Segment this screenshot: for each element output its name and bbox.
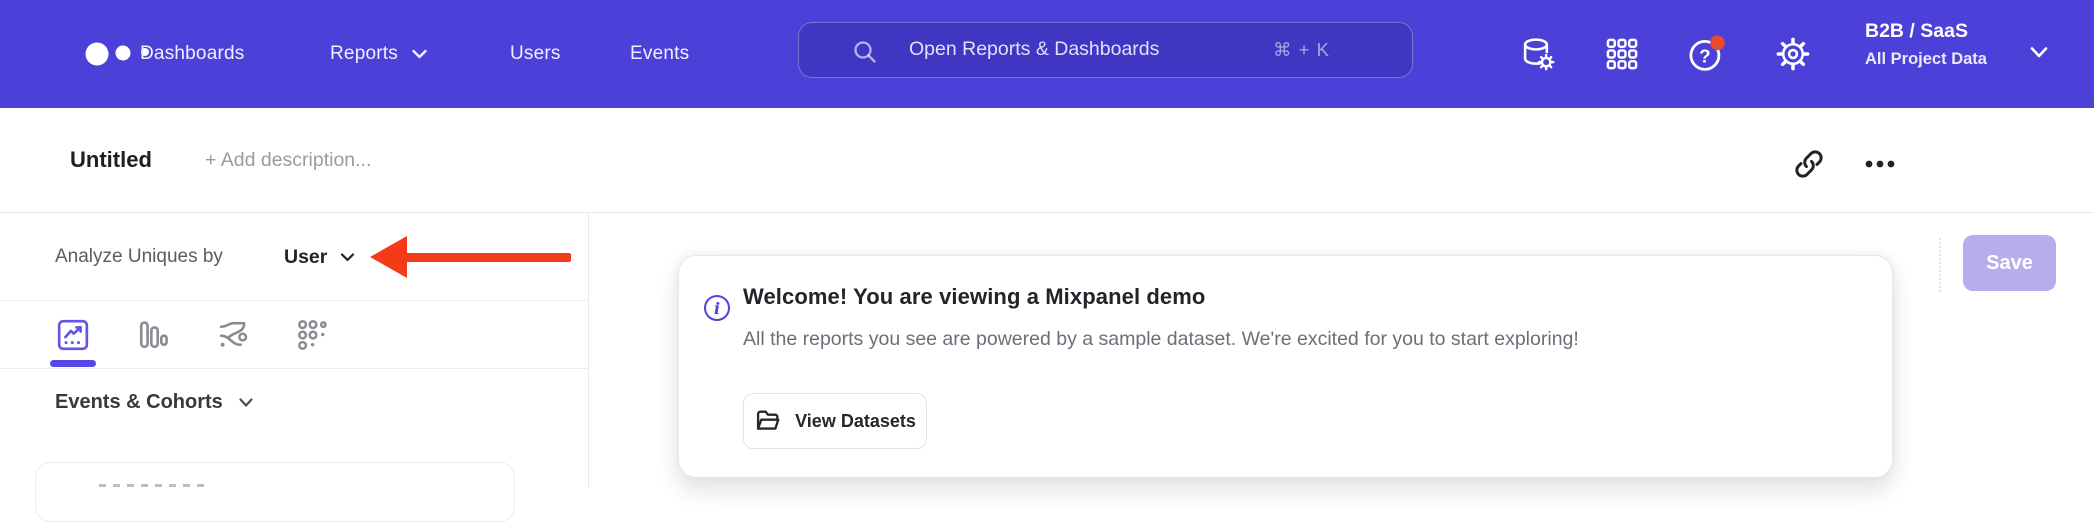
more-options-icon xyxy=(1860,144,1900,184)
chevron-down-icon xyxy=(238,397,254,408)
annotation-arrow-shaft xyxy=(404,253,571,262)
apps-grid-button[interactable] xyxy=(1601,33,1643,75)
data-management-button[interactable] xyxy=(1517,33,1559,75)
report-description-placeholder[interactable]: + Add description... xyxy=(205,108,371,212)
tab-flows[interactable] xyxy=(214,316,252,354)
settings-gear-icon xyxy=(1774,35,1812,73)
project-scope: All Project Data xyxy=(1865,46,2035,72)
tab-retention-grid[interactable] xyxy=(294,316,332,354)
selected-tab-indicator xyxy=(50,360,96,367)
search-shortcut-hint: ⌘ + K xyxy=(1273,23,1330,76)
nav-item-events[interactable]: Events xyxy=(630,0,689,108)
view-datasets-button[interactable]: View Datasets xyxy=(743,393,927,449)
svg-text:?: ? xyxy=(1699,46,1711,67)
chart-type-tabs xyxy=(0,301,589,369)
project-switcher[interactable]: B2B / SaaS All Project Data xyxy=(1865,16,2035,72)
search-placeholder: Open Reports & Dashboards xyxy=(909,23,1159,76)
welcome-banner-title: Welcome! You are viewing a Mixpanel demo xyxy=(743,284,1205,310)
tab-insights-line-chart[interactable] xyxy=(54,316,92,354)
chevron-down-icon xyxy=(340,252,355,262)
project-name: B2B / SaaS xyxy=(1865,16,2035,46)
report-title[interactable]: Untitled xyxy=(70,108,152,212)
analyze-uniques-value: User xyxy=(284,246,327,269)
nav-item-label: Dashboards xyxy=(140,43,244,65)
events-cohorts-toggle[interactable]: Events & Cohorts xyxy=(55,391,254,414)
clipped-text-hint xyxy=(99,484,207,487)
save-button[interactable]: Save xyxy=(1963,235,2056,291)
view-datasets-label: View Datasets xyxy=(795,411,916,432)
report-header-bar: Untitled + Add description... Save xyxy=(0,108,2094,213)
folder-open-icon xyxy=(754,407,782,435)
insights-line-chart-icon xyxy=(55,317,91,353)
search-icon xyxy=(851,38,879,66)
copy-link-button[interactable] xyxy=(1789,144,1829,184)
top-navigation-bar: Dashboards Reports Users Events Open Rep… xyxy=(0,0,2094,108)
chevron-down-icon xyxy=(411,48,428,60)
header-divider xyxy=(1939,238,1941,292)
nav-item-reports[interactable]: Reports xyxy=(330,0,428,108)
more-options-button[interactable] xyxy=(1860,144,1900,184)
nav-item-label: Reports xyxy=(330,43,398,65)
tab-bar-chart[interactable] xyxy=(134,316,172,354)
data-management-icon xyxy=(1519,35,1557,73)
apps-grid-icon xyxy=(1604,36,1640,72)
chevron-down-icon[interactable] xyxy=(2028,45,2050,60)
metric-card-truncated[interactable] xyxy=(35,462,515,522)
help-button[interactable]: ? xyxy=(1686,33,1728,75)
global-search[interactable]: Open Reports & Dashboards ⌘ + K xyxy=(798,22,1413,78)
welcome-banner-body: All the reports you see are powered by a… xyxy=(743,328,1579,351)
nav-item-label: Events xyxy=(630,43,689,65)
notification-dot xyxy=(1710,36,1725,51)
analyze-uniques-selector[interactable]: User xyxy=(284,213,355,301)
flows-icon xyxy=(215,317,251,353)
analyze-uniques-label: Analyze Uniques by xyxy=(55,213,223,301)
annotation-arrow-head xyxy=(370,236,407,278)
info-icon: i xyxy=(704,295,730,321)
events-cohorts-label: Events & Cohorts xyxy=(55,391,223,414)
nav-item-label: Users xyxy=(510,43,561,65)
nav-item-dashboards[interactable]: Dashboards xyxy=(140,0,244,108)
welcome-banner: i Welcome! You are viewing a Mixpanel de… xyxy=(678,255,1893,478)
link-icon xyxy=(1792,147,1826,181)
retention-grid-icon xyxy=(295,317,331,353)
help-icon: ? xyxy=(1686,32,1728,76)
bar-chart-icon xyxy=(135,317,171,353)
settings-button[interactable] xyxy=(1772,33,1814,75)
nav-item-users[interactable]: Users xyxy=(510,0,561,108)
